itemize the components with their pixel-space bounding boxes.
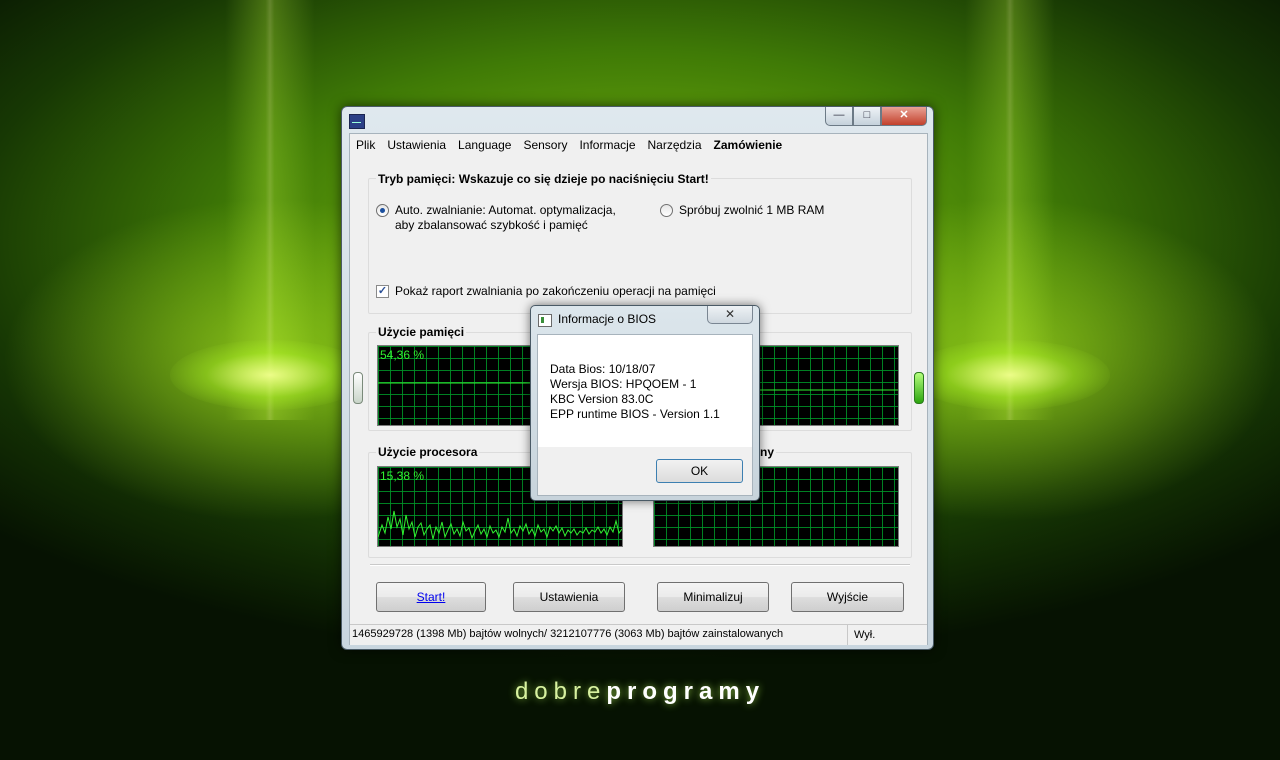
radio-free-1mb-indicator[interactable] — [660, 204, 673, 217]
radio-free-1mb-label: Spróbuj zwolnić 1 MB RAM — [679, 203, 825, 217]
cpu-usage-value: 15,38 % — [380, 469, 425, 483]
bios-date: Data Bios: 10/18/07 — [550, 362, 656, 376]
dialog-app-icon — [538, 314, 552, 327]
ok-button[interactable]: OK — [656, 459, 743, 483]
radio-free-1mb[interactable]: Spróbuj zwolnić 1 MB RAM — [660, 203, 824, 217]
bios-info-text: Data Bios: 10/18/07 Wersja BIOS: HPQOEM … — [550, 362, 720, 422]
status-state: Wył. — [847, 625, 925, 645]
exit-button[interactable]: Wyjście — [791, 582, 904, 612]
settings-button[interactable]: Ustawienia — [513, 582, 625, 612]
dialog-footer: OK — [538, 447, 752, 495]
minimize-button[interactable]: Minimalizuj — [657, 582, 769, 612]
menu-ustawienia[interactable]: Ustawienia — [381, 134, 452, 156]
memory-mode-title: Tryb pamięci: Wskazuje co się dzieje po … — [376, 172, 711, 186]
menu-sensory[interactable]: Sensory — [517, 134, 573, 156]
epp-runtime-version: EPP runtime BIOS - Version 1.1 — [550, 407, 720, 421]
report-checkbox[interactable]: ✓ — [376, 285, 389, 298]
menu-zamowienie[interactable]: Zamówienie — [708, 134, 789, 156]
status-bar: 1465929728 (1398 Mb) bajtów wolnych/ 321… — [350, 624, 927, 645]
menu-bar: Plik Ustawienia Language Sensory Informa… — [350, 134, 927, 156]
scroll-left-arrow[interactable] — [353, 372, 363, 404]
dialog-body: Data Bios: 10/18/07 Wersja BIOS: HPQOEM … — [537, 334, 753, 496]
maximize-window-button[interactable]: □ — [853, 107, 881, 126]
dialog-title: Informacje o BIOS — [558, 312, 657, 326]
app-icon[interactable] — [349, 114, 365, 129]
scroll-right-arrow[interactable] — [914, 372, 924, 404]
wallpaper-glow-left — [170, 340, 370, 410]
menu-plik[interactable]: Plik — [350, 134, 381, 156]
report-checkbox-row[interactable]: ✓ Pokaż raport zwalniania po zakończeniu… — [376, 284, 716, 298]
cpu-usage-line — [378, 510, 622, 540]
menu-language[interactable]: Language — [452, 134, 517, 156]
brand-logo: dobreprogramy — [514, 678, 766, 705]
minimize-window-button[interactable]: — — [825, 107, 853, 126]
bios-info-dialog: Informacje o BIOS ✕ Data Bios: 10/18/07 … — [530, 305, 760, 501]
radio-auto-indicator[interactable] — [376, 204, 389, 217]
memory-usage-value: 54,36 % — [380, 348, 425, 362]
radio-auto-label: Auto. zwalnianie: Automat. optymalizacja… — [395, 203, 616, 232]
report-checkbox-label: Pokaż raport zwalniania po zakończeniu o… — [395, 284, 716, 298]
memory-usage-title: Użycie pamięci — [376, 325, 467, 339]
status-memory-text: 1465929728 (1398 Mb) bajtów wolnych/ 321… — [352, 628, 784, 640]
wallpaper-glow-right — [910, 340, 1110, 410]
kbc-version: KBC Version 83.0C — [550, 392, 654, 406]
button-separator — [370, 564, 910, 566]
menu-informacje[interactable]: Informacje — [573, 134, 641, 156]
dialog-close-icon[interactable]: ✕ — [707, 306, 753, 324]
title-bar[interactable]: — □ ✕ — [342, 107, 933, 133]
bios-version: Wersja BIOS: HPQOEM - 1 — [550, 377, 697, 391]
window-controls: — □ ✕ — [825, 107, 927, 127]
cpu-usage-title: Użycie procesora — [376, 445, 480, 459]
menu-narzedzia[interactable]: Narzędzia — [642, 134, 708, 156]
start-button[interactable]: Start! — [376, 582, 486, 612]
radio-auto-release[interactable]: Auto. zwalnianie: Automat. optymalizacja… — [376, 203, 616, 233]
partial-panel-title: ny — [758, 445, 777, 459]
close-window-button[interactable]: ✕ — [881, 107, 927, 126]
